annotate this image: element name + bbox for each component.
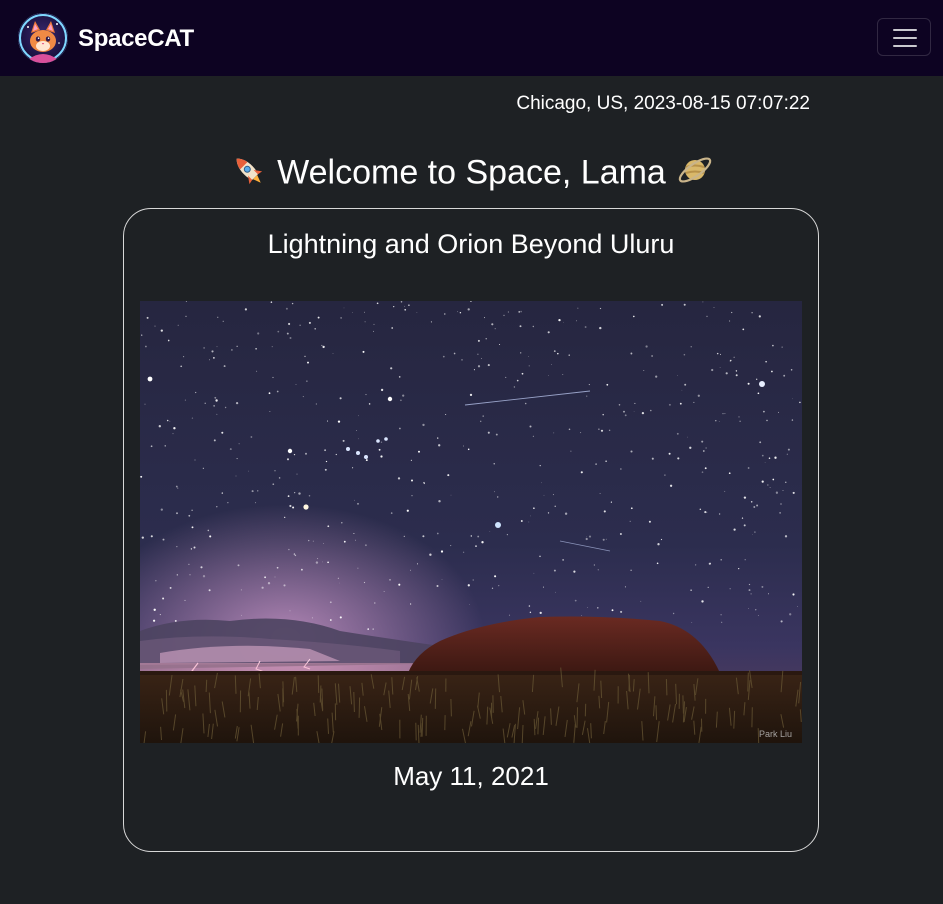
photo-credit: Park Liu (759, 729, 792, 739)
apod-card: Lightning and Orion Beyond Uluru Park Li… (123, 208, 819, 852)
top-navbar: SpaceCAT (0, 0, 943, 76)
welcome-text: Welcome to Space, Lama (277, 153, 666, 192)
welcome-heading: Welcome to Space, Lama (0, 150, 943, 199)
night-sky-uluru-photo: Park Liu (140, 301, 802, 743)
brand-name[interactable]: SpaceCAT (78, 25, 194, 53)
rocket-icon (228, 150, 268, 199)
apod-date: May 11, 2021 (393, 761, 549, 791)
cat-astronaut-logo-icon[interactable] (18, 13, 68, 63)
apod-image[interactable]: Park Liu (140, 301, 802, 743)
apod-title: Lightning and Orion Beyond Uluru (267, 229, 675, 259)
menu-toggle-button[interactable] (877, 18, 931, 56)
location-time: Chicago, US, 2023-08-15 07:07:22 (516, 93, 810, 114)
ringed-planet-icon (675, 150, 715, 199)
